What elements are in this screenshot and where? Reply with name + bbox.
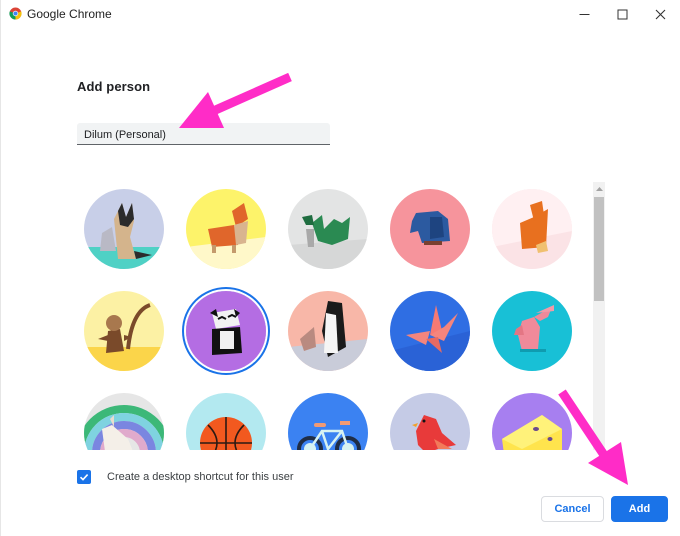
avatar-dragon[interactable] — [288, 189, 368, 269]
minimize-icon — [579, 13, 589, 15]
monkey-icon — [84, 291, 164, 371]
cat-icon — [84, 189, 164, 269]
avatar-elephant[interactable] — [390, 189, 470, 269]
avatar-bike[interactable] — [288, 393, 368, 450]
maximize-button[interactable] — [605, 0, 639, 28]
annotation-arrow-to-name-input — [179, 72, 292, 128]
dragon-icon — [288, 189, 368, 269]
avatar-bird[interactable] — [390, 393, 470, 450]
butterfly-icon — [390, 291, 470, 371]
window-title: Google Chrome — [27, 7, 112, 21]
bike-icon — [288, 393, 368, 450]
title-bar: Google Chrome — [1, 0, 680, 28]
avatar-cheese[interactable] — [492, 393, 572, 450]
avatar-grid — [77, 182, 597, 450]
avatar-butterfly[interactable] — [390, 291, 470, 371]
profile-name-input[interactable] — [77, 123, 330, 145]
maximize-icon — [617, 9, 627, 19]
avatar-cat[interactable] — [84, 189, 164, 269]
desktop-shortcut-label: Create a desktop shortcut for this user — [107, 471, 294, 483]
avatar-unicorn[interactable] — [84, 393, 164, 450]
chrome-add-person-window: Google Chrome Add person Create a deskto… — [0, 0, 680, 536]
unicorn-icon — [84, 393, 164, 450]
avatar-corgi[interactable] — [186, 189, 266, 269]
chrome-logo-icon — [9, 7, 22, 20]
desktop-shortcut-checkbox[interactable] — [77, 470, 91, 484]
fox-icon — [492, 189, 572, 269]
cheese-icon — [492, 393, 572, 450]
add-button[interactable]: Add — [611, 496, 668, 522]
cancel-button[interactable]: Cancel — [541, 496, 604, 522]
basketball-icon — [186, 393, 266, 450]
avatar-rabbit[interactable] — [492, 291, 572, 371]
dialog-heading: Add person — [77, 79, 151, 94]
checkmark-icon — [79, 474, 89, 481]
close-icon — [655, 9, 665, 19]
avatar-fox[interactable] — [492, 189, 572, 269]
penguin-icon — [288, 291, 368, 371]
avatar-monkey[interactable] — [84, 291, 164, 371]
avatar-basketball[interactable] — [186, 393, 266, 450]
rabbit-icon — [492, 291, 572, 371]
avatar-panda[interactable] — [186, 291, 266, 371]
elephant-icon — [390, 189, 470, 269]
close-button[interactable] — [643, 0, 677, 28]
avatar-grid-scrollbar[interactable] — [593, 182, 605, 450]
scrollbar-thumb[interactable] — [594, 197, 604, 301]
desktop-shortcut-option[interactable]: Create a desktop shortcut for this user — [77, 469, 293, 485]
bird-icon — [390, 393, 470, 450]
corgi-icon — [186, 189, 266, 269]
scroll-up-arrow-icon[interactable] — [593, 182, 605, 196]
avatar-penguin[interactable] — [288, 291, 368, 371]
minimize-button[interactable] — [567, 0, 601, 28]
panda-icon — [186, 291, 266, 371]
